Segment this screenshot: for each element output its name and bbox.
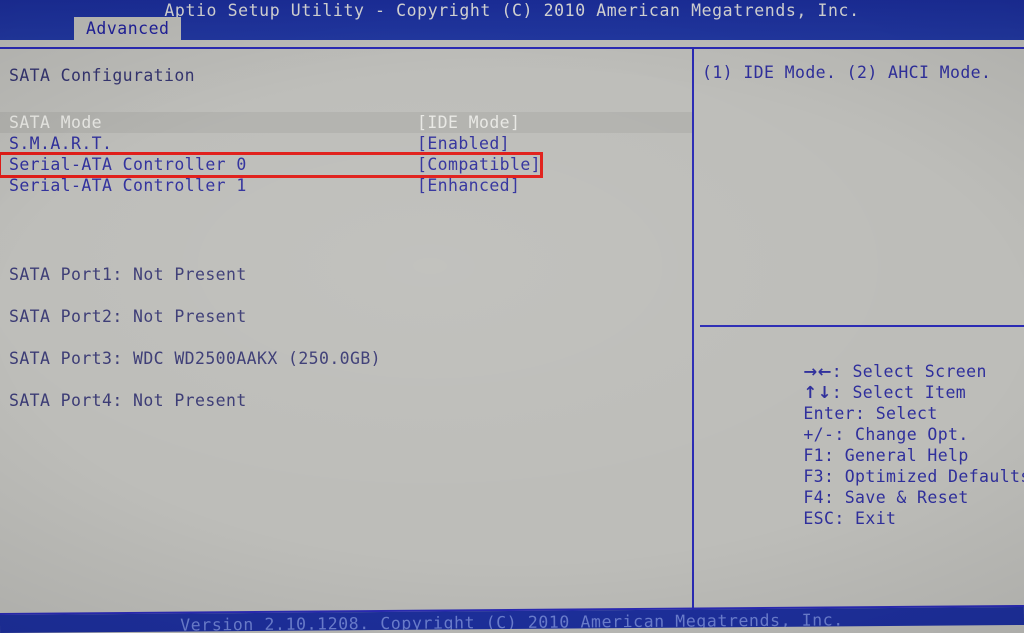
- setting-label: S.M.A.R.T.: [9, 134, 113, 153]
- sata-port-row: SATA Port1: Not Present: [0, 264, 692, 306]
- legend-action: Save & Reset: [844, 488, 969, 507]
- legend-action: Select Screen: [852, 362, 987, 381]
- tab-advanced[interactable]: Advanced: [74, 17, 182, 40]
- key-legend: →←: Select Screen ↑↓: Select Item Enter:…: [700, 340, 1024, 528]
- setting-row-sata-mode[interactable]: SATA Mode [IDE Mode]: [0, 112, 692, 133]
- legend-action: Optimized Defaults: [844, 467, 1024, 486]
- sata-port-row: SATA Port4: Not Present: [0, 390, 692, 432]
- legend-keys: ESC: [803, 509, 835, 528]
- help-panel: (1) IDE Mode. (2) AHCI Mode. →←: Select …: [694, 48, 1024, 614]
- setting-row-serial-ata-controller-0[interactable]: Serial-ATA Controller 0 [Compatible]: [0, 154, 692, 175]
- sata-port-list: SATA Port1: Not Present SATA Port2: Not …: [0, 264, 692, 432]
- legend-sep: :: [834, 425, 856, 444]
- legend-keys: F1: [803, 446, 825, 465]
- setup-body: SATA Configuration SATA Mode [IDE Mode] …: [0, 40, 1024, 615]
- sata-port-text: SATA Port4: Not Present: [9, 391, 247, 410]
- legend-sep: :: [834, 509, 856, 528]
- setting-value[interactable]: [Compatible]: [417, 154, 541, 175]
- legend-sep: :: [824, 467, 845, 486]
- setting-value[interactable]: [Enabled]: [417, 133, 510, 154]
- legend-action: General Help: [844, 446, 969, 465]
- sata-port-text: SATA Port3: WDC WD2500AAKX (250.0GB): [9, 349, 382, 368]
- legend-action: Change Opt.: [855, 425, 969, 444]
- setting-row-serial-ata-controller-1[interactable]: Serial-ATA Controller 1 [Enhanced]: [0, 175, 692, 196]
- legend-row-select-screen: →←: Select Screen: [700, 340, 1024, 381]
- settings-panel: SATA Configuration SATA Mode [IDE Mode] …: [0, 48, 692, 614]
- menu-tab-strip: Advanced: [0, 17, 1024, 40]
- legend-sep: :: [824, 488, 845, 507]
- setting-row-smart[interactable]: S.M.A.R.T. [Enabled]: [0, 133, 692, 154]
- sata-port-row: SATA Port3: WDC WD2500AAKX (250.0GB): [0, 348, 692, 390]
- help-separator: [700, 325, 1024, 327]
- legend-keys: →←: [803, 362, 832, 381]
- setting-value[interactable]: [Enhanced]: [417, 175, 520, 196]
- legend-keys: F4: [803, 488, 825, 507]
- sata-port-row: SATA Port2: Not Present: [0, 306, 692, 348]
- legend-action: Select Item: [852, 383, 967, 402]
- legend-sep: :: [824, 446, 845, 465]
- legend-sep: :: [831, 362, 853, 381]
- legend-action: Select: [875, 404, 938, 423]
- legend-keys: Enter: [803, 404, 856, 423]
- sata-option-list: SATA Mode [IDE Mode] S.M.A.R.T. [Enabled…: [0, 112, 692, 196]
- bios-setup-screen: Aptio Setup Utility - Copyright (C) 2010…: [0, 0, 1024, 633]
- legend-keys: ↑↓: [803, 383, 832, 402]
- sata-port-text: SATA Port1: Not Present: [9, 265, 247, 284]
- setting-value[interactable]: [IDE Mode]: [417, 112, 520, 133]
- legend-keys: F3: [803, 467, 825, 486]
- legend-sep: :: [831, 383, 853, 402]
- sata-port-text: SATA Port2: Not Present: [9, 307, 247, 326]
- legend-sep: :: [855, 404, 876, 423]
- legend-keys: +/-: [803, 425, 835, 444]
- setting-label: Serial-ATA Controller 0: [9, 155, 247, 174]
- legend-action: Exit: [855, 509, 897, 528]
- help-description: (1) IDE Mode. (2) AHCI Mode.: [702, 63, 992, 82]
- setting-label: Serial-ATA Controller 1: [9, 176, 247, 195]
- section-title-sata-configuration: SATA Configuration: [9, 66, 196, 85]
- setting-label: SATA Mode: [9, 113, 103, 132]
